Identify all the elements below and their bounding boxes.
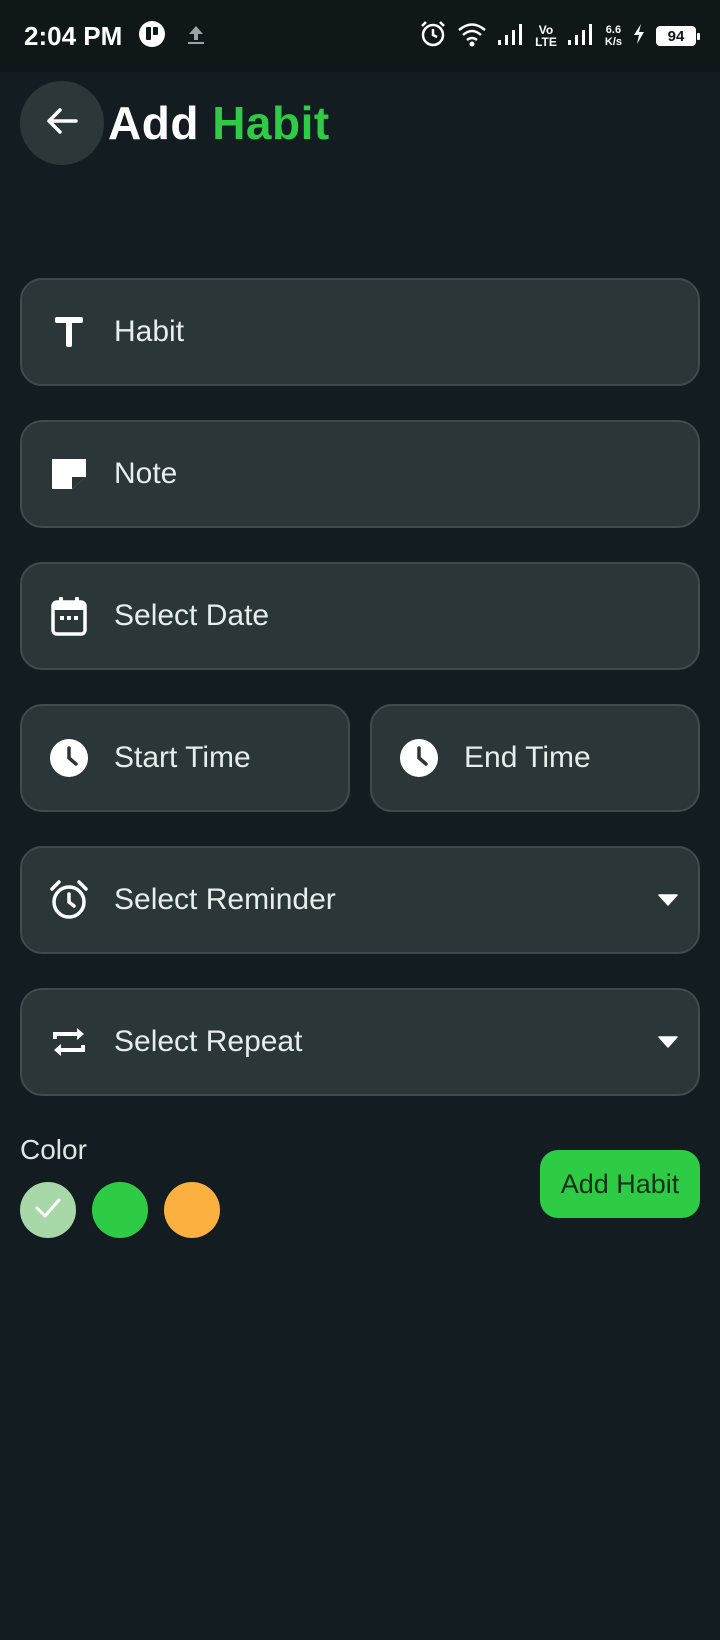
date-field-placeholder: Select Date [114,599,270,632]
note-field[interactable]: Note [20,420,700,528]
color-swatch-orange[interactable] [164,1182,220,1238]
color-label: Color [20,1134,87,1165]
repeat-icon [48,1021,90,1063]
arrow-left-icon [42,101,82,146]
signal-icon [567,22,595,51]
volte-bottom: LTE [535,35,557,49]
color-swatch-green[interactable] [92,1182,148,1238]
repeat-placeholder: Select Repeat [114,1025,303,1058]
alarm-icon [419,20,447,53]
status-bar: 2:04 PM Vo LTE 6.6 K/s 94 [0,0,720,72]
wifi-icon [457,21,487,52]
end-time-placeholder: End Time [464,741,591,774]
clock-icon [398,737,440,779]
app-notification-icon [138,20,166,53]
color-swatches [20,1182,220,1238]
start-time-placeholder: Start Time [114,741,251,774]
battery-level: 94 [667,27,685,45]
page-title-accent: Habit [212,97,330,149]
upload-icon [184,22,208,51]
volte-indicator: Vo LTE [535,24,557,48]
back-button[interactable] [20,81,104,165]
note-icon [48,453,90,495]
charging-icon [632,23,646,50]
add-habit-button[interactable]: Add Habit [540,1150,700,1218]
habit-field-placeholder: Habit [114,315,185,348]
checkmark-icon [35,1198,61,1223]
reminder-placeholder: Select Reminder [114,883,336,916]
repeat-select[interactable]: Select Repeat [20,988,700,1096]
habit-field[interactable]: Habit [20,278,700,386]
start-time-field[interactable]: Start Time [20,704,350,812]
color-swatch-light-green[interactable] [20,1182,76,1238]
header: Add Habit [20,80,330,166]
clock-icon [48,737,90,779]
chevron-down-icon [658,893,678,907]
note-field-placeholder: Note [114,457,178,490]
reminder-select[interactable]: Select Reminder [20,846,700,954]
end-time-field[interactable]: End Time [370,704,700,812]
page-title: Add Habit [108,96,330,150]
battery-icon: 94 [656,26,700,46]
text-icon [48,311,90,353]
speed-value: 6.6 [605,24,622,36]
chevron-down-icon [658,1035,678,1049]
speed-unit: K/s [604,36,622,48]
alarm-clock-icon [48,879,90,921]
date-field[interactable]: Select Date [20,562,700,670]
calendar-icon [48,595,90,637]
status-time: 2:04 PM [24,20,123,51]
network-speed: 6.6 K/s [605,24,622,48]
page-title-plain: Add [108,97,199,149]
signal-icon [497,22,525,51]
